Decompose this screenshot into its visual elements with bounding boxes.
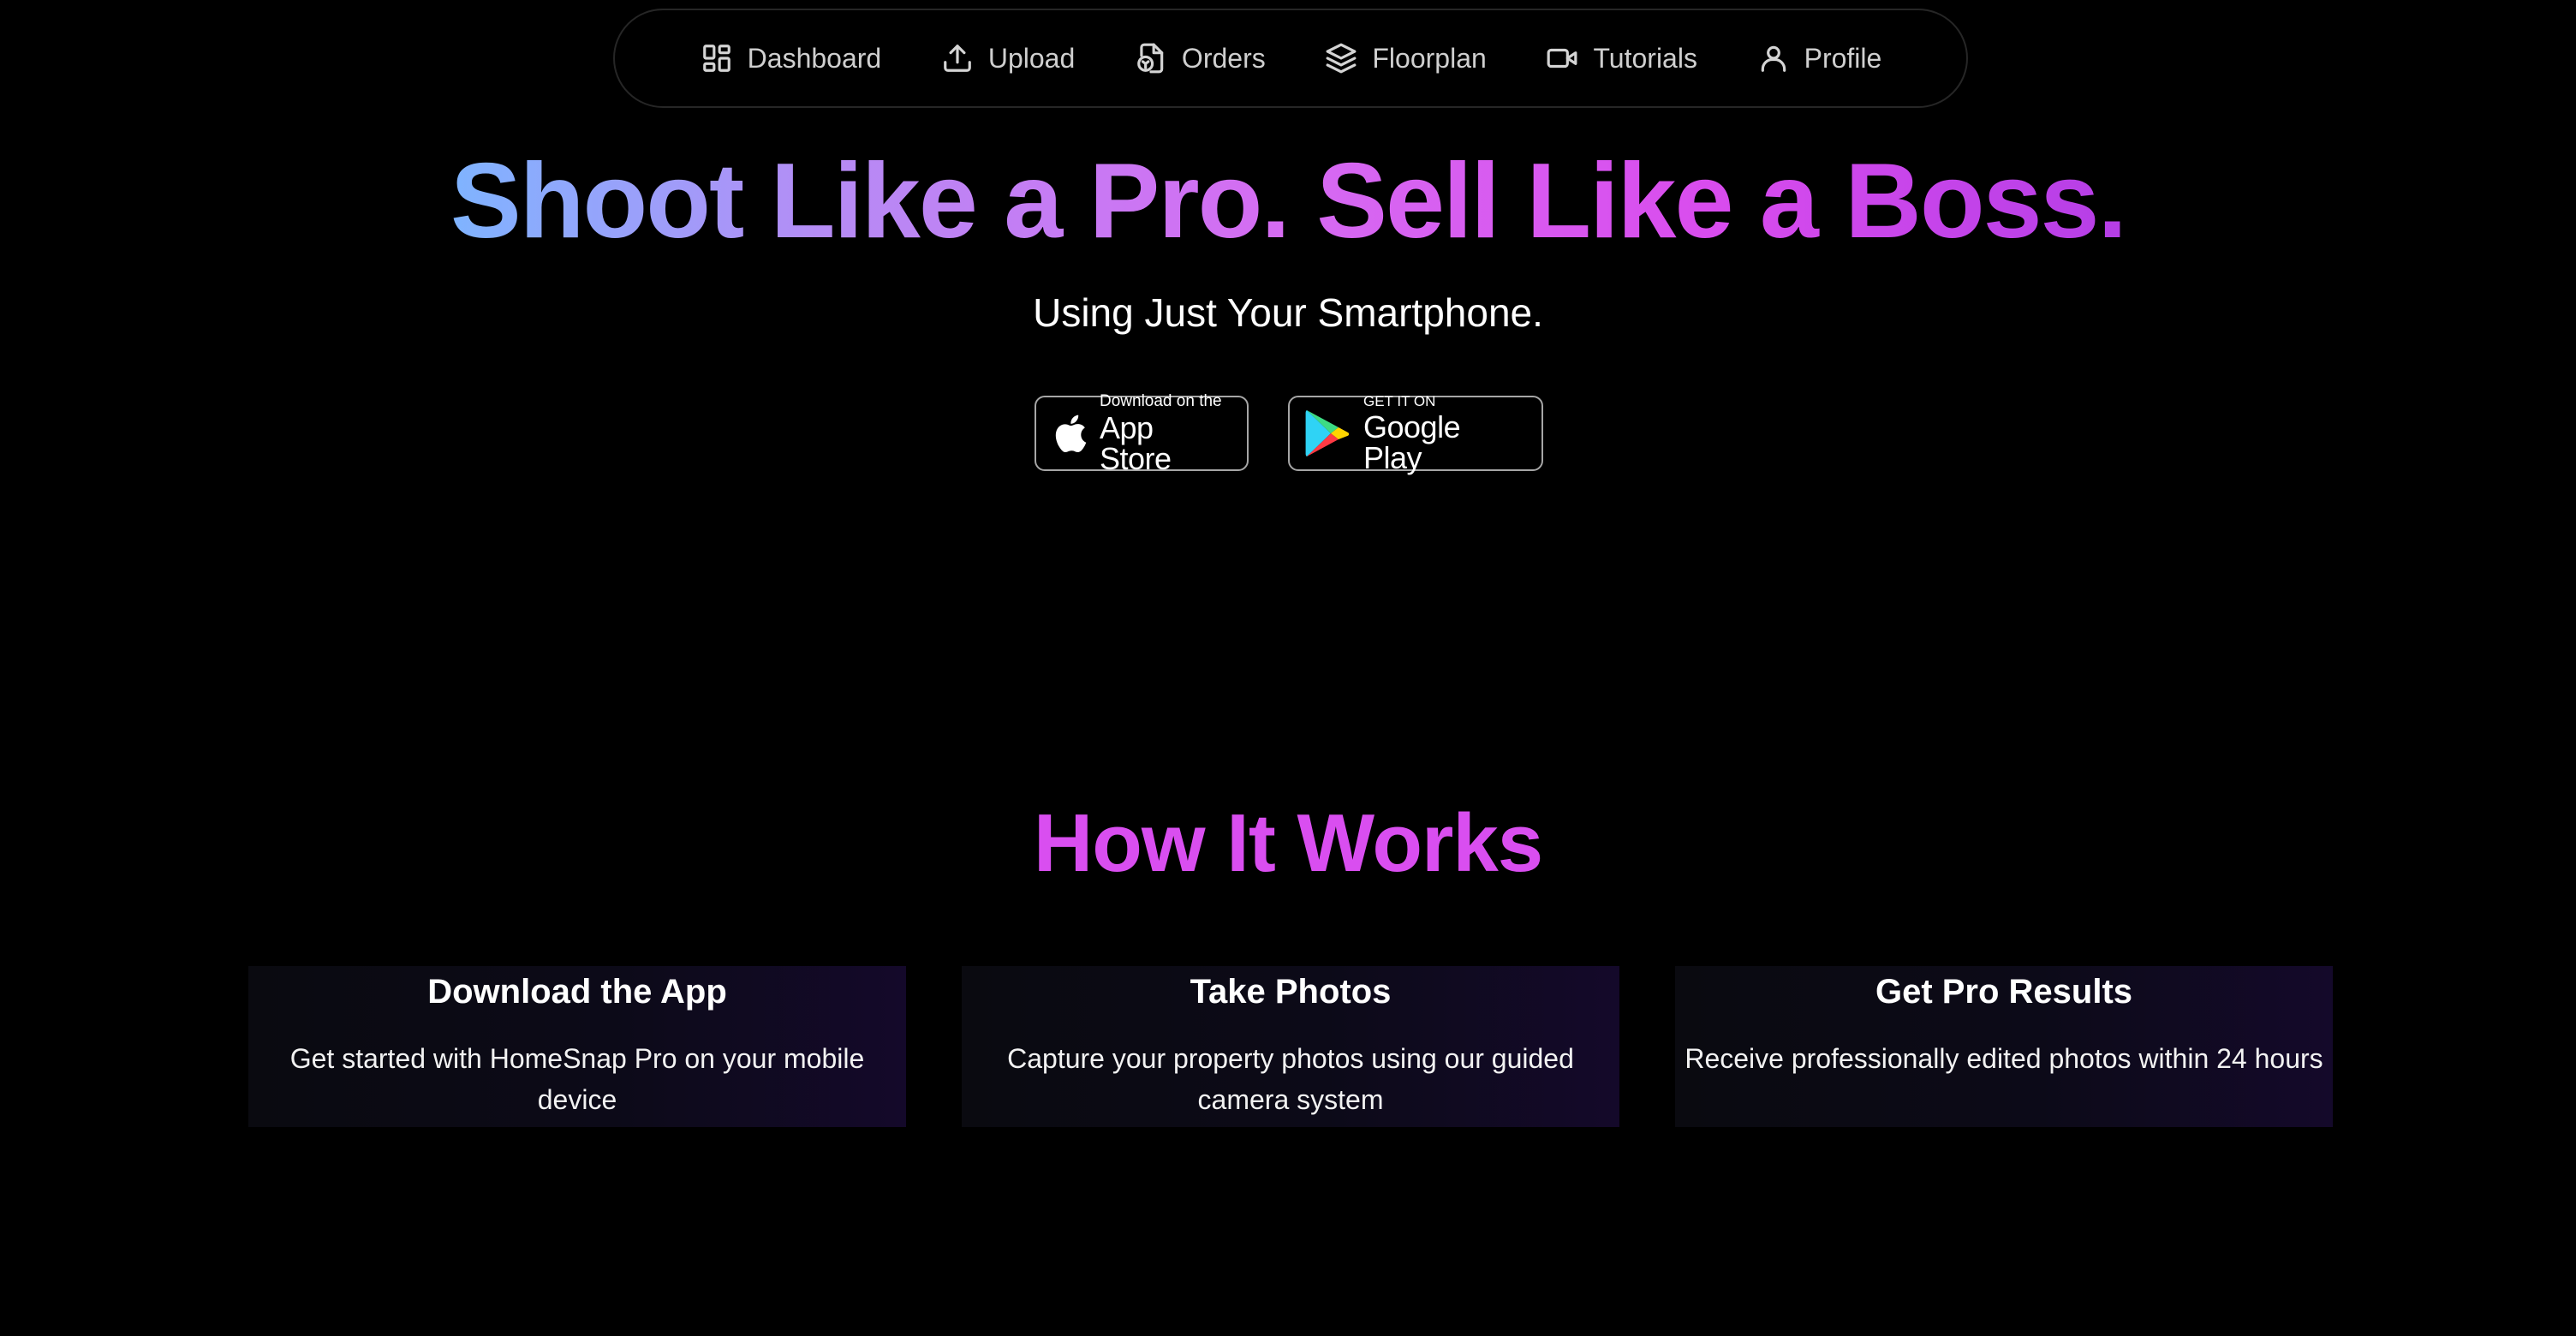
nav-item-floorplan[interactable]: Floorplan — [1319, 34, 1491, 82]
how-it-works-cards: Download the App Get started with HomeSn… — [248, 966, 2333, 1127]
nav-item-orders[interactable]: Orders — [1129, 34, 1271, 82]
app-store-big-text: App Store — [1100, 409, 1172, 476]
nav-label-tutorials: Tutorials — [1593, 42, 1697, 74]
step-card-description: Receive professionally edited photos wit… — [1685, 1043, 2323, 1074]
google-play-icon — [1305, 408, 1351, 459]
step-card-download: Download the App Get started with HomeSn… — [248, 966, 906, 1127]
layers-icon — [1324, 41, 1358, 75]
app-store-small-text: Download on the — [1100, 391, 1222, 410]
google-play-big-text: Google Play — [1363, 409, 1461, 475]
user-icon — [1756, 41, 1791, 75]
step-card-photos: Take Photos Capture your property photos… — [962, 966, 1619, 1127]
google-play-badge[interactable]: GET IT ON Google Play — [1288, 392, 1543, 475]
video-icon — [1545, 41, 1579, 75]
upload-icon — [940, 41, 975, 75]
store-badges: Download on the App Store GET IT ON Goog… — [0, 391, 2576, 476]
google-play-small-text: GET IT ON — [1363, 392, 1436, 409]
apple-icon — [1052, 412, 1088, 455]
step-card-description: Get started with HomeSnap Pro on your mo… — [289, 1043, 865, 1115]
app-store-badge[interactable]: Download on the App Store — [1035, 391, 1249, 476]
step-card-title: Take Photos — [1190, 973, 1392, 1011]
nav-item-dashboard[interactable]: Dashboard — [695, 34, 887, 82]
step-card-title: Get Pro Results — [1875, 973, 2133, 1011]
page: Dashboard Upload Orders Floorplan Tutori… — [0, 0, 2576, 1336]
file-order-icon — [1134, 41, 1168, 75]
grid-icon — [700, 41, 734, 75]
step-card-description: Capture your property photos using our g… — [1007, 1043, 1574, 1115]
nav-item-upload[interactable]: Upload — [935, 34, 1080, 82]
step-card-title: Download the App — [427, 973, 727, 1011]
hero-title: Shoot Like a Pro. Sell Like a Boss. — [0, 137, 2576, 265]
nav-label-dashboard: Dashboard — [747, 42, 882, 74]
how-it-works-title: How It Works — [1033, 797, 1543, 889]
top-nav: Dashboard Upload Orders Floorplan Tutori… — [613, 9, 1968, 108]
nav-label-upload: Upload — [987, 42, 1076, 74]
nav-item-profile[interactable]: Profile — [1751, 34, 1887, 82]
step-card-results: Get Pro Results Receive professionally e… — [1675, 966, 2333, 1127]
nav-label-floorplan: Floorplan — [1372, 42, 1487, 74]
nav-item-tutorials[interactable]: Tutorials — [1540, 34, 1702, 82]
hero-subtitle: Using Just Your Smartphone. — [1033, 290, 1543, 335]
hero-title-text: Shoot Like a Pro. Sell Like a Boss. — [450, 142, 2127, 260]
nav-label-profile: Profile — [1804, 42, 1882, 74]
nav-label-orders: Orders — [1181, 42, 1266, 74]
